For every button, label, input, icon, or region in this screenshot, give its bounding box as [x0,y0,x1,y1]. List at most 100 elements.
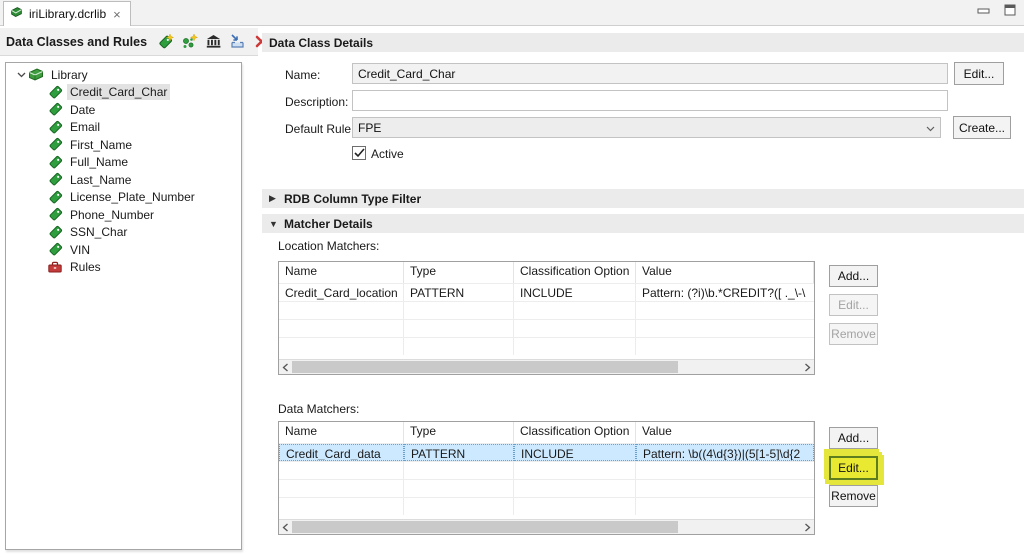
location-matcher-empty-row [279,301,814,319]
data-matchers-remove-button[interactable]: Remove [829,485,878,507]
active-checkbox[interactable] [352,146,366,160]
name-label: Name: [285,68,321,82]
rules-icon [47,259,63,275]
tree-item-rules[interactable]: Rules [6,259,241,277]
tree-item-vin[interactable]: VIN [6,241,241,259]
description-field[interactable] [352,90,948,111]
tree-item-ssn_char[interactable]: SSN_Char [6,224,241,242]
tree-item-label: Date [70,102,96,117]
location-matchers-edit-button: Edit... [829,294,878,316]
minimize-icon[interactable] [977,5,990,19]
tree-item-label: First_Name [70,137,133,152]
data-matcher-col-header[interactable]: Name [279,422,404,443]
tag-icon [47,154,63,170]
tab-title: iriLibrary.dcrlib [29,7,107,21]
tree-item-full_name[interactable]: Full_Name [6,154,241,172]
location-matcher-col-header[interactable]: Type [404,262,514,283]
name-field-value: Credit_Card_Char [358,66,456,81]
import-icon[interactable] [229,33,246,50]
name-edit-button[interactable]: Edit... [954,62,1004,85]
tree-item-label: License_Plate_Number [70,190,195,205]
data-matcher-empty-row [279,461,814,479]
tag-icon [47,84,63,100]
tag-icon [47,224,63,240]
tree-item-label: Library [51,67,88,82]
data-matcher-cell: Pattern: \b((4\d{3})|(5[1-5]\d{2 [636,444,814,461]
tree-item-credit_card_char[interactable]: Credit_Card_Char [6,84,241,102]
location-matcher-cell: Pattern: (?i)\b.*CREDIT?([ ._\-\ [642,286,806,300]
scrollbar-thumb[interactable] [292,521,678,533]
data-matcher-cell: Credit_Card_data [279,444,404,461]
location-matcher-cell: Credit_Card_location [279,284,404,301]
scroll-left-icon[interactable] [279,520,292,534]
expanded-arrow-icon: ▼ [269,218,278,229]
new-data-class-icon[interactable] [157,33,175,50]
location-matcher-row[interactable]: Credit_Card_location PATTERN INCLUDE Patter… [279,283,814,301]
data-matcher-hscrollbar[interactable] [279,519,814,534]
location-matcher-cell: PATTERN [404,284,514,301]
left-panel-toolbar [157,33,270,50]
tree-item-label: Phone_Number [70,207,155,222]
maximize-icon[interactable] [1004,4,1016,19]
tree-item-first_name[interactable]: First_Name [6,136,241,154]
tree-item-label: SSN_Char [70,225,128,240]
default-rule-label: Default Rule: [285,122,355,136]
data-matcher-col-header[interactable]: Value [636,422,814,443]
location-matchers-remove-button: Remove [829,323,878,345]
data-matcher-col-header[interactable]: Classification Option [514,422,636,443]
tag-icon [47,137,63,153]
data-matchers-edit-button[interactable]: Edit... [829,456,878,480]
tree-item-license_plate_number[interactable]: License_Plate_Number [6,189,241,207]
tree-item-phone_number[interactable]: Phone_Number [6,206,241,224]
scroll-right-icon[interactable] [801,520,814,534]
default-rule-dropdown[interactable]: FPE [352,117,941,138]
tag-icon [47,119,63,135]
location-matcher-hscrollbar[interactable] [279,359,814,374]
data-matchers-label: Data Matchers: [278,402,360,416]
default-rule-create-button[interactable]: Create... [953,116,1011,139]
data-matcher-row[interactable]: Credit_Card_data PATTERN INCLUDE Pattern: \… [279,443,814,461]
data-matcher-empty-row [279,479,814,497]
data-matcher-cell: PATTERN [404,444,514,461]
view-controls [977,4,1016,19]
data-classes-tree: Library Credit_Card_Char Date Email First_Na… [5,62,242,550]
dcrlib-file-icon [10,6,23,22]
data-matchers-add-button[interactable]: Add... [829,427,878,449]
description-label: Description: [285,95,349,109]
tree-item-label: VIN [70,242,91,257]
location-matcher-col-header[interactable]: Name [279,262,404,283]
library-icon[interactable] [205,33,222,50]
data-matcher-col-header[interactable]: Type [404,422,514,443]
details-header-label: Data Class Details [269,35,374,50]
location-matcher-col-header[interactable]: Classification Option [514,262,636,283]
tag-icon [47,102,63,118]
book-icon [28,67,44,83]
tree-item-label: Credit_Card_Char [67,84,171,101]
tree-item-last_name[interactable]: Last_Name [6,171,241,189]
data-class-details-header: Data Class Details [262,33,1024,52]
tag-icon [47,207,63,223]
new-data-class-group-icon[interactable] [181,33,199,50]
scroll-left-icon[interactable] [279,360,292,374]
name-field[interactable]: Credit_Card_Char [352,63,948,84]
collapsed-arrow-icon: ▶ [269,193,276,203]
location-matcher-empty-row [279,337,814,355]
tree-item-label: Email [70,120,101,135]
tree-item-date[interactable]: Date [6,101,241,119]
tree-item-email[interactable]: Email [6,119,241,137]
location-matcher-col-header[interactable]: Value [636,262,814,283]
location-matchers-table[interactable]: Name Type Classification Option Value Credit… [278,261,815,375]
editor-tab-bar: iriLibrary.dcrlib × [0,0,1024,26]
scroll-right-icon[interactable] [801,360,814,374]
data-classes-header-bar: Data Classes and Rules [0,28,268,56]
rdb-column-type-filter-section[interactable]: ▶ RDB Column Type Filter [262,189,1024,208]
data-matcher-cell: INCLUDE [514,444,636,461]
matcher-details-section[interactable]: ▼ Matcher Details [262,214,1024,233]
tree-item-library[interactable]: Library [6,66,241,84]
tab-irilibrary-dcrlib[interactable]: iriLibrary.dcrlib × [3,1,131,26]
scrollbar-thumb[interactable] [292,361,678,373]
data-matchers-table[interactable]: Name Type Classification Option Value Credit… [278,421,815,535]
close-icon[interactable]: × [112,7,122,22]
expander-icon[interactable] [14,72,28,78]
location-matchers-add-button[interactable]: Add... [829,265,878,287]
